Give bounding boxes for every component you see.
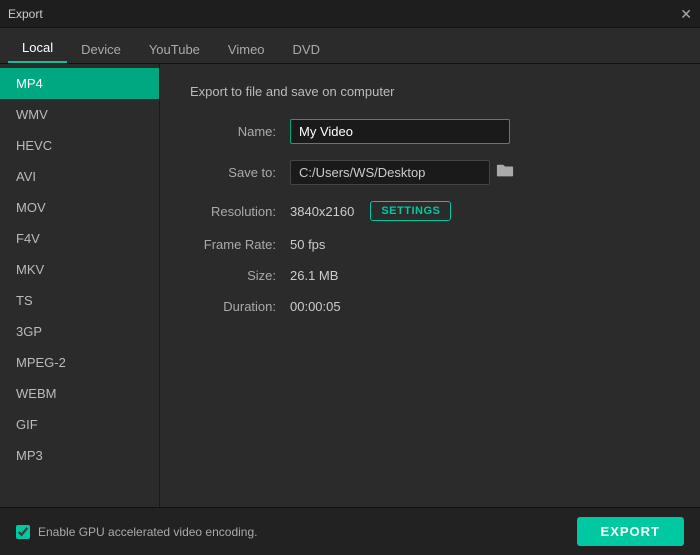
name-label: Name: [190, 124, 290, 139]
title-bar: Export ✕ [0, 0, 700, 28]
sidebar-item-webm[interactable]: WEBM [0, 378, 159, 409]
resolution-value: 3840x2160 [290, 204, 354, 219]
content-description: Export to file and save on computer [190, 84, 670, 99]
size-value: 26.1 MB [290, 268, 338, 283]
resolution-row: Resolution: 3840x2160 SETTINGS [190, 201, 670, 221]
main-layout: MP4 WMV HEVC AVI MOV F4V MKV TS 3GP MPEG… [0, 64, 700, 507]
duration-row: Duration: 00:00:05 [190, 299, 670, 314]
export-content: Export to file and save on computer Name… [160, 64, 700, 507]
framerate-label: Frame Rate: [190, 237, 290, 252]
tab-dvd[interactable]: DVD [279, 36, 334, 63]
saveto-label: Save to: [190, 165, 290, 180]
sidebar-item-gif[interactable]: GIF [0, 409, 159, 440]
saveto-input[interactable] [290, 160, 490, 185]
window-title: Export [8, 7, 43, 21]
sidebar-item-f4v[interactable]: F4V [0, 223, 159, 254]
sidebar-item-ts[interactable]: TS [0, 285, 159, 316]
sidebar-item-3gp[interactable]: 3GP [0, 316, 159, 347]
sidebar-item-mp4[interactable]: MP4 [0, 68, 159, 99]
gpu-encoding-label[interactable]: Enable GPU accelerated video encoding. [16, 525, 257, 539]
format-sidebar: MP4 WMV HEVC AVI MOV F4V MKV TS 3GP MPEG… [0, 64, 160, 507]
resolution-control: 3840x2160 SETTINGS [290, 201, 451, 221]
gpu-encoding-checkbox[interactable] [16, 525, 30, 539]
settings-button[interactable]: SETTINGS [370, 201, 451, 221]
framerate-value: 50 fps [290, 237, 325, 252]
export-button[interactable]: EXPORT [577, 517, 684, 546]
tab-local[interactable]: Local [8, 34, 67, 63]
tab-vimeo[interactable]: Vimeo [214, 36, 279, 63]
sidebar-item-mkv[interactable]: MKV [0, 254, 159, 285]
sidebar-item-mp3[interactable]: MP3 [0, 440, 159, 471]
gpu-encoding-text: Enable GPU accelerated video encoding. [38, 525, 257, 539]
footer: Enable GPU accelerated video encoding. E… [0, 507, 700, 555]
framerate-row: Frame Rate: 50 fps [190, 237, 670, 252]
sidebar-item-mov[interactable]: MOV [0, 192, 159, 223]
size-row: Size: 26.1 MB [190, 268, 670, 283]
duration-label: Duration: [190, 299, 290, 314]
size-label: Size: [190, 268, 290, 283]
sidebar-item-mpeg2[interactable]: MPEG-2 [0, 347, 159, 378]
duration-value: 00:00:05 [290, 299, 341, 314]
tab-bar: Local Device YouTube Vimeo DVD [0, 28, 700, 64]
sidebar-item-wmv[interactable]: WMV [0, 99, 159, 130]
sidebar-item-hevc[interactable]: HEVC [0, 130, 159, 161]
browse-folder-button[interactable] [496, 163, 514, 183]
sidebar-item-avi[interactable]: AVI [0, 161, 159, 192]
name-input[interactable] [290, 119, 510, 144]
tab-device[interactable]: Device [67, 36, 135, 63]
tab-youtube[interactable]: YouTube [135, 36, 214, 63]
saveto-row: Save to: [190, 160, 670, 185]
resolution-label: Resolution: [190, 204, 290, 219]
close-button[interactable]: ✕ [680, 7, 692, 21]
saveto-control [290, 160, 514, 185]
name-row: Name: [190, 119, 670, 144]
